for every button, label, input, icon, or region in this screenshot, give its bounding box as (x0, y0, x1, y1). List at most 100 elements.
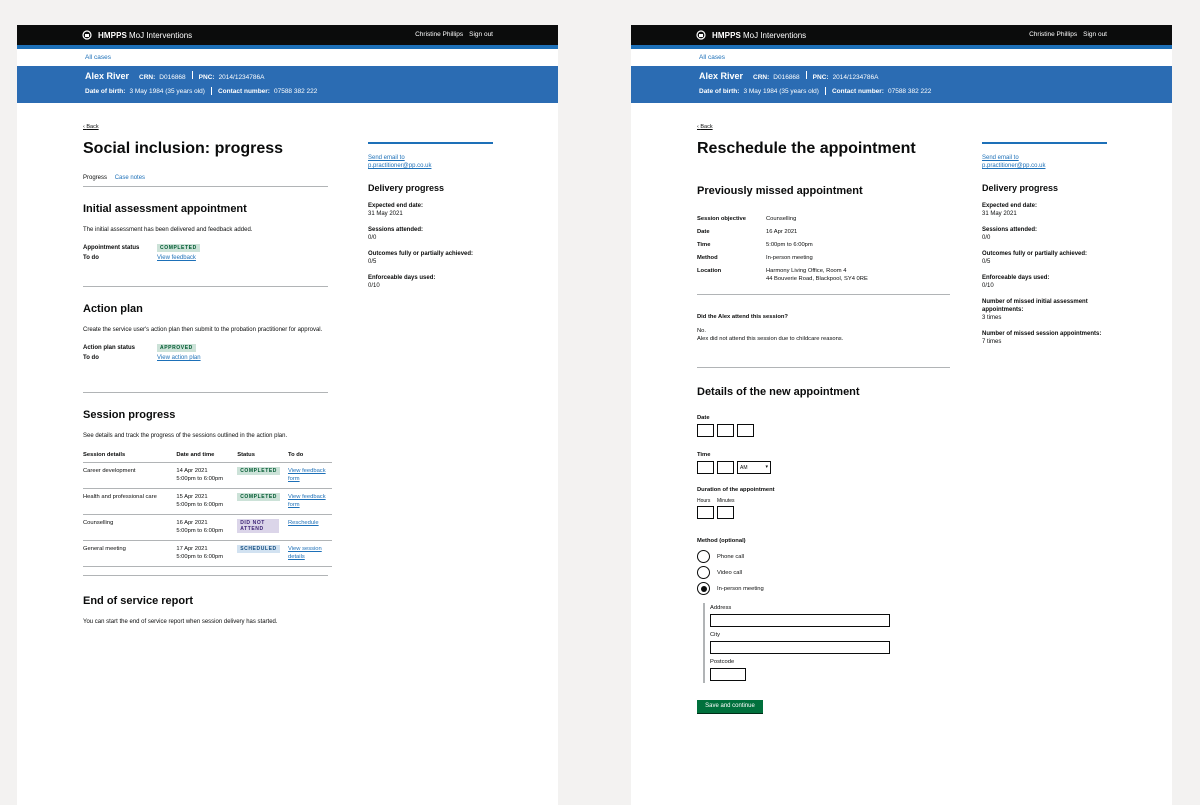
end-of-service-section: End of service report You can start the … (83, 595, 328, 635)
attendance-reason: Alex did not attend this session due to … (697, 336, 844, 342)
brand-logo[interactable]: HMPPS (98, 31, 127, 40)
time-label: Time (697, 452, 711, 458)
section-text: See details and track the progress of th… (83, 433, 288, 439)
new-appointment-heading: Details of the new appointment (697, 386, 860, 398)
detail-label: Method (697, 255, 718, 261)
pnc-label: PNC: (198, 74, 215, 81)
send-email-link[interactable]: Send email to p.practitioner@pp.co.uk (368, 154, 448, 170)
sign-out-link[interactable]: Sign out (469, 31, 493, 38)
time-minute-input[interactable] (717, 461, 734, 474)
detail-value: 44 Bouverie Road, Blackpool, SY4 0RE (766, 276, 868, 282)
reschedule-link[interactable]: Reschedule (288, 520, 319, 526)
radio-label: Video call (717, 569, 743, 576)
person-banner: Alex River CRN: D016868 PNC: 2014/1234786A… (17, 66, 558, 103)
progress-page: HMPPS MoJ Interventions Christine Philli… (17, 25, 558, 805)
todo-label: To do (83, 255, 99, 261)
session-date: 15 Apr 2021 (176, 494, 208, 500)
dob-label: Date of birth: (699, 87, 740, 95)
table-row: Counselling 16 Apr 2021 5:00pm to 6:00pm … (83, 514, 332, 541)
table-row: General meeting 17 Apr 2021 5:00pm to 6:0… (83, 540, 332, 567)
hours-label: Hours (697, 498, 711, 504)
city-input[interactable] (710, 641, 890, 654)
stat-label: Number of missed initial assessment appo… (982, 299, 1088, 313)
time-hour-input[interactable] (697, 461, 714, 474)
section-text: Create the service user's action plan th… (83, 327, 323, 333)
city-label: City (710, 632, 720, 638)
address-input[interactable] (710, 614, 890, 627)
view-action-plan-link[interactable]: View action plan (157, 353, 201, 363)
all-cases-link[interactable]: All cases (17, 49, 558, 66)
ampm-select[interactable]: AM (737, 461, 771, 474)
delivery-progress-heading: Delivery progress (368, 183, 445, 193)
tab-case-notes[interactable]: Case notes (115, 175, 145, 181)
section-heading: Session progress (83, 409, 176, 421)
duration-hours-input[interactable] (697, 506, 714, 519)
delivery-sidebar: Send email to p.practitioner@pp.co.uk De… (982, 142, 1107, 354)
minutes-label: Minutes (717, 498, 735, 504)
divider (83, 392, 328, 393)
view-feedback-form-link[interactable]: View feedback form (288, 467, 332, 483)
stat-label: Expected end date: (982, 203, 1038, 209)
view-feedback-form-link[interactable]: View feedback form (288, 493, 332, 509)
view-session-details-link[interactable]: View session details (288, 545, 332, 561)
delivery-sidebar: Send email to p.practitioner@pp.co.uk De… (368, 142, 493, 298)
back-link[interactable]: ‹ Back (83, 124, 99, 130)
status-badge: APPROVED (157, 344, 196, 352)
service-name[interactable]: MoJ Interventions (129, 31, 192, 40)
stat-value: 0/10 (982, 283, 994, 289)
radio-phone-call[interactable]: Phone call (697, 550, 744, 563)
attendance-question: Did the Alex attend this session? (697, 314, 788, 320)
date-year-input[interactable] (737, 424, 754, 437)
date-month-input[interactable] (717, 424, 734, 437)
session-time: 5:00pm to 6:00pm (176, 502, 224, 508)
duration-minutes-input[interactable] (717, 506, 734, 519)
radio-video-call[interactable]: Video call (697, 566, 742, 579)
section-heading: Initial assessment appointment (83, 203, 247, 215)
sign-out-link[interactable]: Sign out (1083, 31, 1107, 38)
status-badge: DID NOT ATTEND (237, 519, 280, 533)
crn-value: D016868 (159, 74, 186, 81)
send-email-link[interactable]: Send email to p.practitioner@pp.co.uk (982, 154, 1062, 170)
save-and-continue-button[interactable]: Save and continue (697, 700, 763, 713)
dob-value: 3 May 1984 (35 years old) (129, 87, 205, 95)
user-name: Christine Phillips (1029, 31, 1078, 38)
sessions-table: Session details Date and time Status To … (83, 449, 332, 567)
attendance-answer-value: No. (697, 328, 707, 334)
stat-label: Outcomes fully or partially achieved: (368, 251, 474, 257)
session-date: 16 Apr 2021 (176, 520, 208, 526)
brand-logo[interactable]: HMPPS (712, 31, 741, 40)
crest-icon (82, 30, 92, 40)
pnc-label: PNC: (812, 74, 829, 81)
back-link[interactable]: ‹ Back (697, 124, 713, 130)
pnc-value: 2014/1234786A (832, 74, 879, 81)
status-badge: COMPLETED (157, 244, 200, 252)
service-name[interactable]: MoJ Interventions (743, 31, 806, 40)
status-badge: COMPLETED (237, 493, 280, 501)
section-text: The initial assessment has been delivere… (83, 227, 253, 233)
stat-value: 31 May 2021 (368, 211, 403, 217)
crn-label: CRN: (753, 74, 770, 81)
view-feedback-link[interactable]: View feedback (157, 253, 196, 263)
radio-in-person-meeting[interactable]: In-person meeting (697, 582, 764, 595)
session-date: 14 Apr 2021 (176, 468, 208, 474)
detail-label: Time (697, 242, 711, 248)
all-cases-link[interactable]: All cases (631, 49, 1172, 66)
tab-progress[interactable]: Progress (83, 175, 107, 181)
col-to-do: To do (288, 449, 332, 463)
col-status: Status (237, 449, 288, 463)
date-label: Date (697, 415, 710, 421)
stat-label: Number of missed session appointments: (982, 331, 1102, 337)
todo-label: To do (83, 355, 99, 361)
detail-label: Date (697, 229, 710, 235)
dob-label: Date of birth: (85, 87, 126, 95)
stat-value: 0/10 (368, 283, 380, 289)
table-row: Health and professional care 15 Apr 2021… (83, 488, 332, 515)
postcode-input[interactable] (710, 668, 746, 681)
date-day-input[interactable] (697, 424, 714, 437)
session-date: 17 Apr 2021 (176, 546, 208, 552)
divider (83, 575, 328, 576)
col-date-time: Date and time (176, 449, 238, 463)
appointment-details: Session objective Counselling Date 16 Apr … (697, 215, 950, 288)
section-heading: End of service report (83, 595, 194, 607)
method-label: Method (optional) (697, 538, 746, 544)
